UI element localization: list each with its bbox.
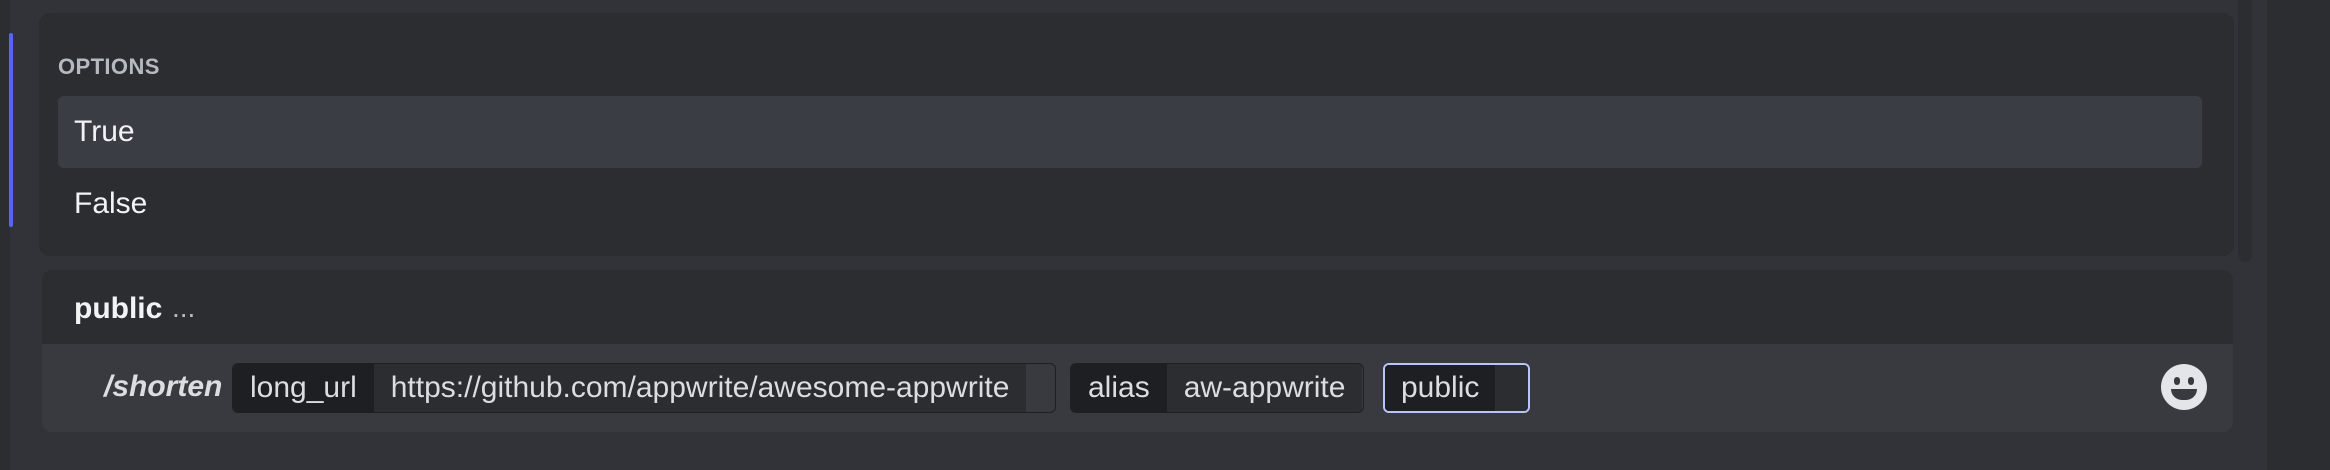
param-label: alias bbox=[1071, 364, 1167, 412]
param-alias[interactable]: alias aw-appwrite bbox=[1070, 363, 1364, 413]
active-option-header: public ... bbox=[42, 270, 2233, 344]
emoji-eye-left bbox=[2174, 377, 2180, 385]
option-label: True bbox=[74, 115, 135, 148]
param-value[interactable] bbox=[1495, 365, 1528, 411]
right-gutter bbox=[2267, 0, 2330, 470]
message-input[interactable]: /shorten long_url https://github.com/app… bbox=[42, 344, 2233, 432]
active-option-description: ... bbox=[172, 292, 196, 323]
param-value[interactable]: aw-appwrite bbox=[1166, 364, 1363, 412]
slash-command-box: public ... /shorten long_url https://git… bbox=[42, 270, 2233, 432]
param-public[interactable]: public bbox=[1383, 363, 1530, 413]
scrollbar-track[interactable] bbox=[2238, 0, 2252, 262]
option-true[interactable]: True bbox=[58, 96, 2202, 168]
selection-accent-bar bbox=[9, 33, 13, 227]
smile-emoji-icon[interactable] bbox=[2161, 364, 2207, 410]
emoji-mouth bbox=[2171, 389, 2197, 400]
param-label: long_url bbox=[233, 364, 374, 412]
options-popout: OPTIONS True False bbox=[40, 14, 2233, 255]
option-label: False bbox=[74, 187, 148, 220]
options-header: OPTIONS bbox=[58, 54, 160, 79]
param-long-url[interactable]: long_url https://github.com/appwrite/awe… bbox=[232, 363, 1056, 413]
emoji-eye-right bbox=[2188, 377, 2194, 385]
option-false[interactable]: False bbox=[58, 168, 2202, 240]
active-option-name: public bbox=[74, 292, 163, 325]
command-name: /shorten bbox=[104, 370, 223, 403]
param-label: public bbox=[1385, 365, 1496, 411]
param-value[interactable]: https://github.com/appwrite/awesome-appw… bbox=[373, 364, 1027, 412]
